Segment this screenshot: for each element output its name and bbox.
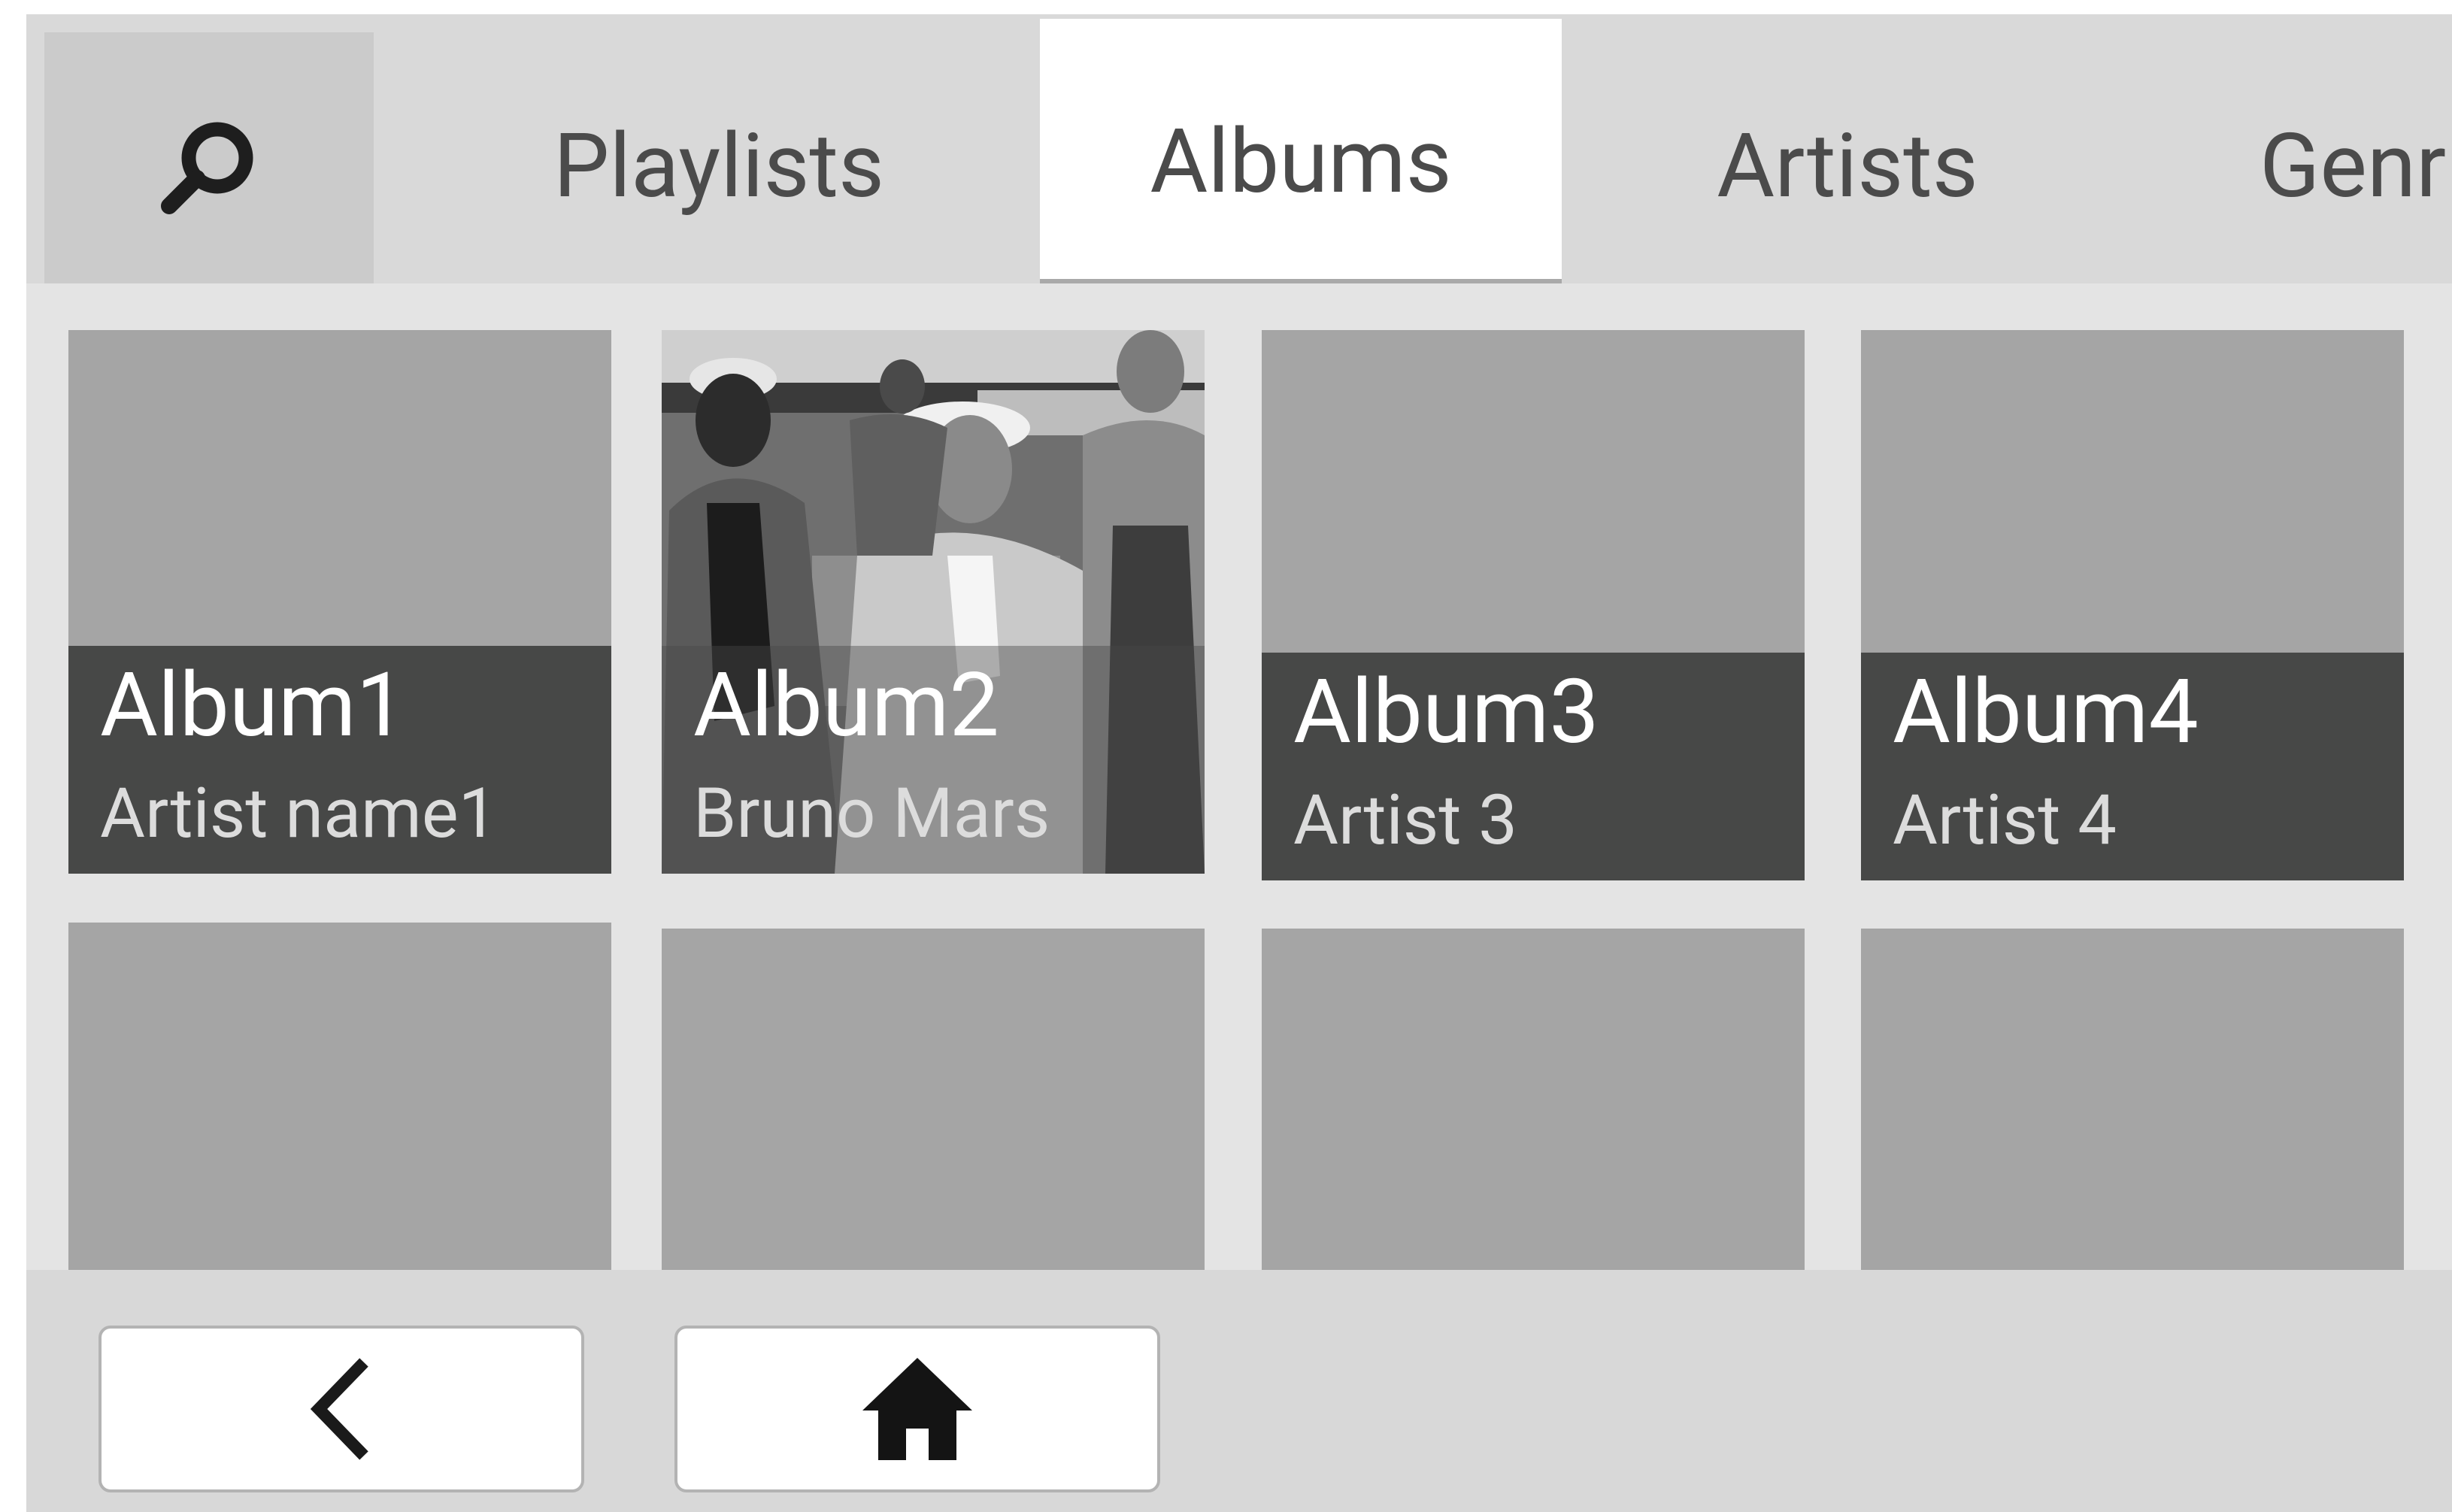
tab-albums[interactable]: Albums	[1040, 19, 1562, 283]
album-title: Album2	[693, 653, 999, 757]
tab-bar: Playlists Albums Artists Genr	[26, 14, 2452, 283]
album-caption: Album1 Artist name1	[68, 646, 611, 874]
tab-genres-label: Genr	[2260, 114, 2447, 218]
bottom-nav-bar	[26, 1270, 2452, 1512]
music-app: Playlists Albums Artists Genr Album1 Art…	[26, 14, 2452, 1512]
album-tile-2[interactable]: Album2 Bruno Mars	[662, 330, 1205, 874]
album-artist: Artist 3	[1293, 780, 1518, 861]
tab-artists[interactable]: Artists	[1562, 14, 2133, 283]
album-tile-1[interactable]: Album1 Artist name1	[68, 330, 611, 874]
album-tile-6[interactable]	[662, 929, 1205, 1270]
chevron-left-icon	[310, 1358, 368, 1460]
album-tile-3[interactable]: Album3 Artist 3	[1262, 330, 1805, 880]
album-tile-5[interactable]	[68, 923, 611, 1270]
album-caption: Album2 Bruno Mars	[662, 646, 1205, 874]
search-button[interactable]	[44, 32, 374, 283]
album-caption: Album4 Artist 4	[1861, 653, 2404, 880]
album-tile-8[interactable]	[1861, 929, 2404, 1270]
tab-genres[interactable]: Genr	[2260, 14, 2452, 283]
tab-playlists-label: Playlists	[553, 114, 885, 218]
album-artist: Artist name1	[100, 774, 498, 854]
album-tile-7[interactable]	[1262, 929, 1805, 1270]
album-artist: Artist 4	[1893, 780, 2117, 861]
back-button[interactable]	[99, 1326, 584, 1492]
album-tile-4[interactable]: Album4 Artist 4	[1861, 330, 2404, 880]
tab-artists-label: Artists	[1717, 114, 1978, 218]
tab-playlists[interactable]: Playlists	[374, 14, 1064, 283]
album-title: Album4	[1893, 660, 2199, 764]
album-caption: Album3 Artist 3	[1262, 653, 1805, 880]
album-artist: Bruno Mars	[693, 774, 1050, 854]
home-button[interactable]	[674, 1326, 1160, 1492]
album-title: Album1	[100, 653, 406, 757]
home-icon	[862, 1358, 972, 1460]
search-icon	[161, 122, 253, 214]
album-title: Album3	[1293, 660, 1599, 764]
tab-albums-label: Albums	[1150, 110, 1452, 214]
